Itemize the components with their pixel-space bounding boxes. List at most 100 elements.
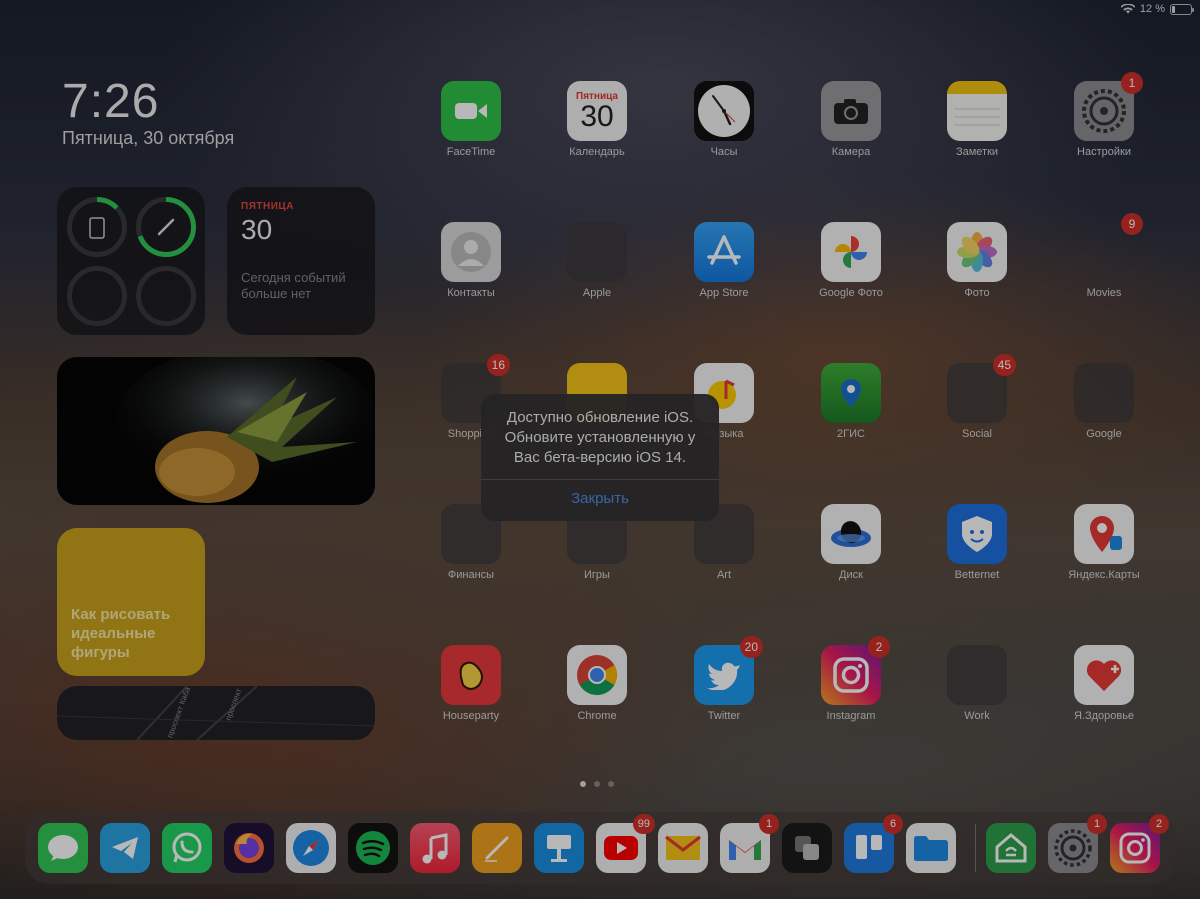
dock-safari[interactable] [286,823,336,873]
dock-trello[interactable]: 6 [844,814,903,873]
app-houseparty[interactable]: Houseparty [416,645,526,722]
dock-smart-home[interactable] [986,823,1036,873]
batteries-widget[interactable] [57,187,205,335]
instagram-icon: 2 [821,636,890,705]
app-camera[interactable]: Камера [796,81,906,158]
betternet-shield-icon [947,504,1007,564]
folder-apple[interactable]: Apple [542,222,652,299]
dock-telegram[interactable] [100,823,150,873]
app-label: Art [716,569,732,581]
battery-icon [1170,3,1194,15]
dock-spotify[interactable] [348,823,398,873]
status-bar: 12 % [1120,3,1194,15]
calendar-widget-message: Сегодня событий больше нет [241,270,346,301]
notes-widget[interactable]: Как рисовать идеальные фигуры [57,528,205,676]
dock-youtube[interactable]: 99 [596,814,655,873]
dock-music[interactable] [410,823,460,873]
app-yandex-maps[interactable]: Яндекс.Карты [1049,504,1159,581]
app-label: Movies [1086,287,1122,299]
app-label: Google [1086,428,1122,440]
yandex-maps-icon [1074,504,1134,564]
dock-keynote[interactable] [534,823,584,873]
safari-compass-icon [293,830,329,866]
app-instagram[interactable]: 2 Instagram [796,636,906,722]
app-settings[interactable]: 1 Настройки [1049,72,1159,158]
pages-pen-icon [485,836,509,862]
app-label: Work [964,710,990,722]
app-label: Instagram [826,710,876,722]
map-widget[interactable]: проспект Каба проспект [57,686,375,740]
notification-badge: 99 [632,814,655,834]
dock-firefox[interactable] [224,823,274,873]
app-label: Настройки [1077,146,1131,158]
folder-icon [947,645,1007,705]
dock-messages[interactable] [38,823,88,873]
app-chrome[interactable]: Chrome [542,645,652,722]
photo-widget[interactable] [57,357,375,505]
close-button[interactable]: Закрыть [481,480,719,521]
app-google-photos[interactable]: Google Фото [796,222,906,299]
instagram-icon [1119,832,1151,864]
houseparty-hand-icon [441,645,501,705]
photos-icon [947,222,1007,282]
firefox-icon [234,833,264,863]
app-facetime[interactable]: FaceTime [416,81,526,158]
app-notes[interactable]: Заметки [922,81,1032,158]
page-indicator[interactable] [580,781,614,787]
app-twitter[interactable]: 20 Twitter [669,636,779,722]
pencil-icon [157,218,175,236]
settings-gear-icon [1054,829,1092,867]
dock-yandex-mail[interactable] [658,823,708,873]
dock-multitask-app[interactable] [782,823,832,873]
dock-pages[interactable] [472,823,522,873]
folder-work[interactable]: Work [922,645,1032,722]
chrome-icon [567,645,627,705]
app-label: Houseparty [442,710,500,722]
app-label: App Store [699,287,749,299]
dock-whatsapp[interactable] [162,823,212,873]
facetime-icon [441,81,501,141]
app-contacts[interactable]: Контакты [416,222,526,299]
app-label: Заметки [955,146,999,158]
notification-badge: 16 [486,354,510,376]
spotify-icon [356,831,390,865]
calendar-widget[interactable]: ПЯТНИЦА 30 Сегодня событий больше нет [227,187,375,335]
dock-files[interactable] [906,823,956,873]
app-label: Календарь [569,146,625,158]
app-label: Betternet [954,569,1000,581]
page-dot-2 [594,781,600,787]
app-label: Chrome [577,710,617,722]
app-disk[interactable]: Диск [796,504,906,581]
folder-icon: 45 [947,354,1016,423]
app-photos[interactable]: Фото [922,222,1032,299]
folder-movies[interactable]: 9 Movies [1049,213,1159,299]
notification-badge: 2 [1149,814,1169,834]
app-label: Фото [964,287,990,299]
gmail-icon [729,840,761,860]
alert-message: Доступно обновление iOS. Обновите устано… [504,409,696,466]
app-label: Камера [831,146,871,158]
app-label: Финансы [447,569,495,581]
calendar-widget-date: 30 [241,214,273,245]
folder-icon: 9 [1074,213,1143,282]
app-appstore[interactable]: App Store [669,222,779,299]
appstore-icon [694,222,754,282]
dock-settings[interactable]: 1 [1048,814,1107,873]
app-yandex-health[interactable]: Я.Здоровье [1049,645,1159,722]
yandex-disk-icon [821,504,881,564]
app-label: Часы [710,146,738,158]
dock-instagram[interactable]: 2 [1110,814,1169,873]
app-betternet[interactable]: Betternet [922,504,1032,581]
notification-badge: 20 [739,636,763,658]
google-photos-icon [821,222,881,282]
app-clock[interactable]: Часы [669,81,779,158]
folder-google[interactable]: Google [1049,363,1159,440]
map-roads [57,686,375,740]
app-label: Social [962,428,992,440]
dock-gmail[interactable]: 1 [720,814,779,873]
app-calendar[interactable]: Пятница 30 Календарь [542,81,652,158]
app-2gis[interactable]: 2ГИС [796,363,906,440]
notification-badge: 45 [992,354,1016,376]
app-label: Twitter [707,710,741,722]
folder-social[interactable]: 45 Social [922,354,1032,440]
